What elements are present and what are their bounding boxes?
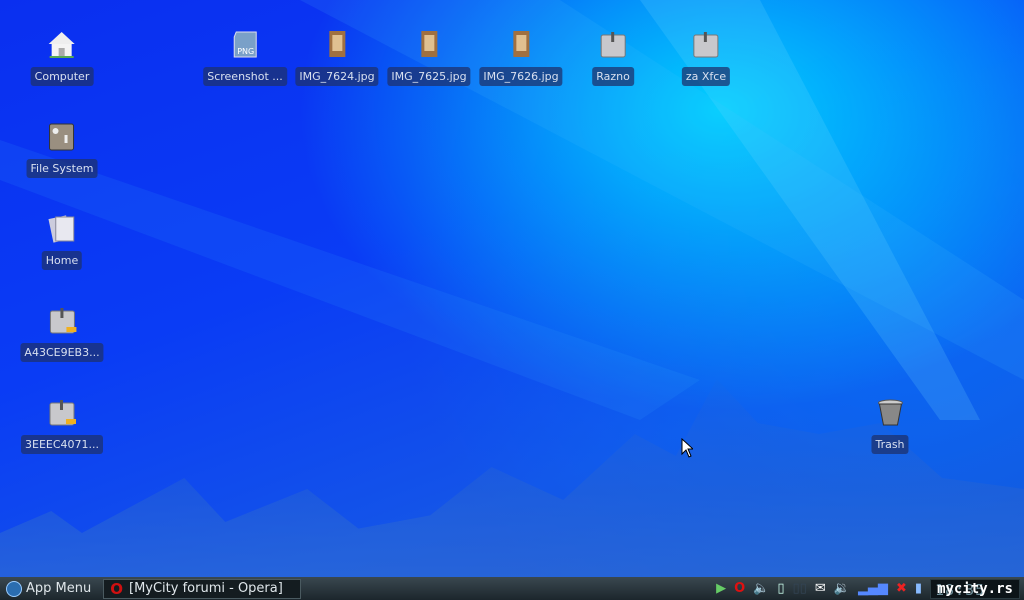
app-menu-button[interactable]: App Menu <box>0 577 97 600</box>
home-folder-icon <box>45 211 79 245</box>
icon-label: Screenshot ... <box>203 67 287 86</box>
trash-icon <box>873 395 907 429</box>
desktop-icon-trash[interactable]: Trash <box>871 395 909 454</box>
png-file-icon: PNG <box>228 27 262 61</box>
svg-text:PNG: PNG <box>237 47 254 56</box>
desktop-icon-img-7625[interactable]: IMG_7625.jpg <box>387 27 471 86</box>
network-disconnected-icon[interactable]: ✖ <box>896 581 907 596</box>
image-file-icon <box>320 27 354 61</box>
opera-tray-icon[interactable]: O <box>734 581 745 596</box>
icon-label: Computer <box>30 67 94 86</box>
signal-icon[interactable]: ▂▄▆ <box>858 581 888 596</box>
icon-label: File System <box>26 159 98 178</box>
desktop-icon-img-7624[interactable]: IMG_7624.jpg <box>295 27 379 86</box>
desktop-icon-file-system[interactable]: File System <box>26 119 98 178</box>
dell-logo-icon <box>6 580 22 597</box>
house-icon <box>45 27 79 61</box>
desktop-icon-drive-a43ce9eb3[interactable]: A43CE9EB3... <box>20 303 104 362</box>
watermark: mycity.rs <box>937 580 1013 597</box>
desktop-icon-computer[interactable]: Computer <box>30 27 94 86</box>
icon-label: Home <box>41 251 83 270</box>
drive-icon <box>45 395 79 429</box>
icon-label: za Xfce <box>681 67 731 86</box>
app-menu-label: App Menu <box>26 581 92 596</box>
volume-icon[interactable]: 🔈 <box>753 581 769 596</box>
task-title: [MyCity forumi - Opera] <box>129 581 283 596</box>
forest-silhouette <box>0 379 1024 577</box>
system-tray: ▶ O 🔈 ▯ ▯▯ ✉ 🔉 ▂▄▆ ✖ ▮ 18:35 mycity.rs <box>716 577 1024 600</box>
clipboard-icon[interactable]: ▯ <box>777 581 784 596</box>
icon-label: IMG_7624.jpg <box>295 67 379 86</box>
battery-icon[interactable]: ▮ <box>915 581 922 596</box>
desktop-icon-drive-3eeec4071[interactable]: 3EEEC4071... <box>20 395 104 454</box>
opera-icon: O <box>110 579 123 598</box>
taskbar: App Menu O [MyCity forumi - Opera] ▶ O 🔈… <box>0 577 1024 600</box>
folder-icon <box>596 27 630 61</box>
desktop-icon-razno[interactable]: Razno <box>592 27 634 86</box>
desktop-icon-screenshot[interactable]: PNG Screenshot ... <box>203 27 287 86</box>
clock[interactable]: 18:35 mycity.rs <box>930 578 1020 599</box>
taskbar-window-opera[interactable]: O [MyCity forumi - Opera] <box>103 578 302 599</box>
desktop-icon-img-7626[interactable]: IMG_7626.jpg <box>479 27 563 86</box>
mouse-cursor <box>681 438 693 458</box>
play-icon[interactable]: ▶ <box>716 581 726 596</box>
icon-label: IMG_7626.jpg <box>479 67 563 86</box>
folder-icon <box>689 27 723 61</box>
volume-icon[interactable]: 🔉 <box>834 581 850 596</box>
harddisk-icon <box>45 119 79 153</box>
icon-label: A43CE9EB3... <box>20 343 104 362</box>
image-file-icon <box>504 27 538 61</box>
icon-label: IMG_7625.jpg <box>387 67 471 86</box>
image-file-icon <box>412 27 446 61</box>
desktop-icon-home[interactable]: Home <box>41 211 83 270</box>
workspace-switcher-icon[interactable]: ▯▯ <box>793 581 807 596</box>
icon-label: 3EEEC4071... <box>20 435 104 454</box>
icon-label: Trash <box>871 435 909 454</box>
icon-label: Razno <box>592 67 634 86</box>
desktop-icon-za-xfce[interactable]: za Xfce <box>681 27 731 86</box>
mail-icon[interactable]: ✉ <box>815 581 826 596</box>
drive-icon <box>45 303 79 337</box>
